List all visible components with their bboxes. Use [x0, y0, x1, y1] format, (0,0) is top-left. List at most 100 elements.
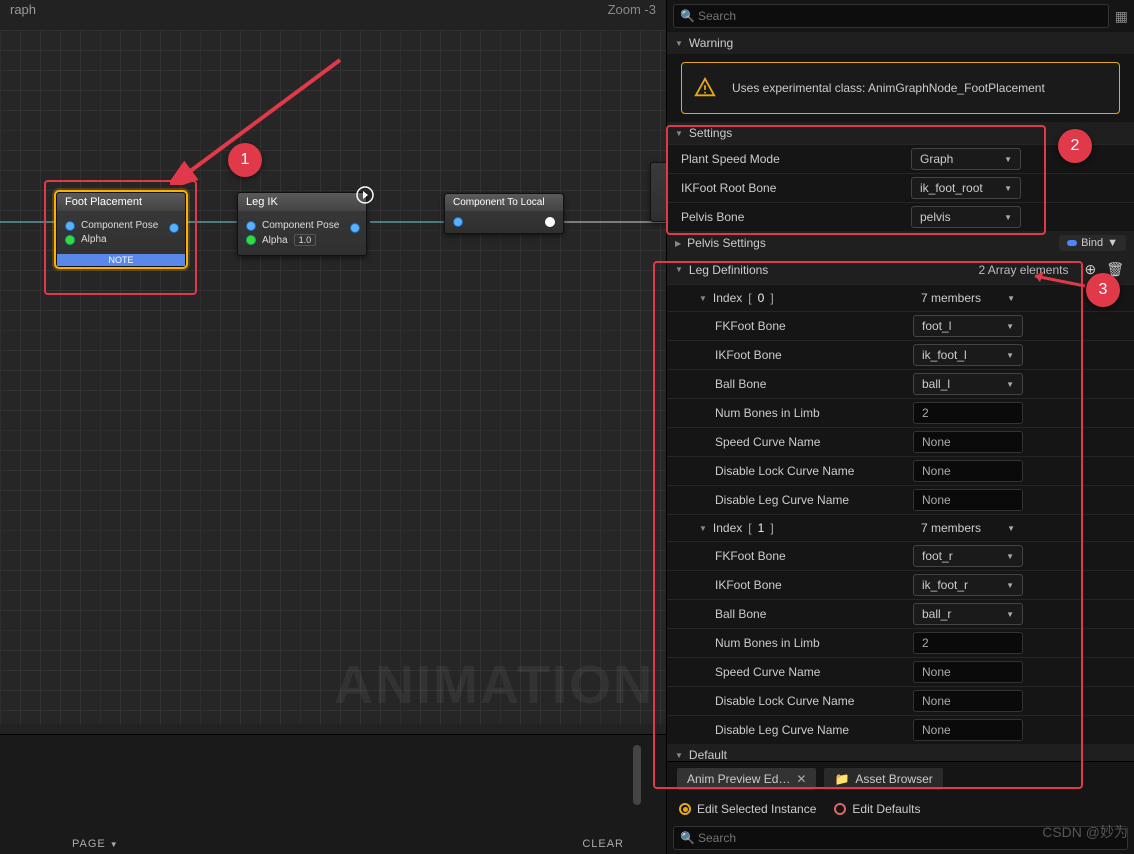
- graph-watermark: ANIMATION: [334, 654, 654, 716]
- chevron-down-icon: ▼: [1006, 380, 1014, 389]
- fast-path-icon: [356, 186, 374, 204]
- scrollbar-vertical[interactable]: [633, 745, 641, 805]
- triangle-down-icon: ▼: [675, 265, 683, 274]
- chevron-down-icon: ▼: [1107, 237, 1118, 249]
- node-foot-placement[interactable]: Foot Placement Component Pose Alpha NOTE: [56, 192, 186, 267]
- prop-num-bones: Num Bones in Limb2: [667, 398, 1134, 427]
- prop-fkfoot-bone: FKFoot Bonefoot_r▼: [667, 541, 1134, 570]
- speed-input[interactable]: None: [913, 431, 1023, 453]
- chevron-down-icon: ▼: [1004, 213, 1012, 222]
- ikfoot-dropdown[interactable]: ik_foot_l▼: [913, 344, 1023, 366]
- alpha-value-input[interactable]: 1.0: [294, 234, 317, 246]
- zoom-indicator: Zoom -3: [608, 2, 656, 17]
- details-panel: 🔍 ▦ ▼Warning Uses experimental class: An…: [666, 0, 1134, 854]
- pin-alpha[interactable]: Alpha1.0: [246, 234, 358, 246]
- numbones-input[interactable]: 2: [913, 632, 1023, 654]
- prop-ikfoot-root-bone: IKFoot Root Bone ik_foot_root▼: [667, 173, 1134, 202]
- speed-input[interactable]: None: [913, 661, 1023, 683]
- pin-in[interactable]: [453, 217, 463, 227]
- prop-num-bones: Num Bones in Limb2: [667, 628, 1134, 657]
- radio-edit-defaults[interactable]: Edit Defaults: [834, 802, 920, 816]
- prop-speed-curve: Speed Curve NameNone: [667, 427, 1134, 456]
- pin-component-pose[interactable]: Component Pose: [65, 220, 177, 231]
- triangle-down-icon: ▼: [675, 129, 683, 138]
- annotation-3: 3: [1086, 273, 1120, 307]
- prop-disable-leg-curve: Disable Leg Curve NameNone: [667, 715, 1134, 744]
- chevron-down-icon: ▼: [1007, 294, 1015, 303]
- section-default[interactable]: ▼Default: [667, 744, 1134, 761]
- prop-ikfoot-bone: IKFoot Boneik_foot_l▼: [667, 340, 1134, 369]
- search-icon: 🔍: [680, 831, 695, 845]
- prop-pelvis-bone: Pelvis Bone pelvis▼: [667, 202, 1134, 231]
- pelvis-dropdown[interactable]: pelvis▼: [911, 206, 1021, 228]
- prop-speed-curve: Speed Curve NameNone: [667, 657, 1134, 686]
- triangle-right-icon: ▶: [675, 239, 681, 248]
- folder-icon: 📁: [834, 772, 849, 786]
- search-box[interactable]: 🔍: [673, 4, 1109, 28]
- csdn-watermark: CSDN @妙为: [1042, 822, 1128, 842]
- prop-ball-bone: Ball Boneball_r▼: [667, 599, 1134, 628]
- node-title: Component To Local: [445, 194, 563, 211]
- chevron-down-icon: ▼: [1004, 155, 1012, 164]
- warning-icon: [694, 77, 716, 99]
- dlock-input[interactable]: None: [913, 460, 1023, 482]
- members-dropdown[interactable]: 7 members▼: [913, 518, 1023, 538]
- pin-alpha[interactable]: Alpha: [65, 234, 177, 245]
- node-title: Leg IK: [238, 193, 366, 211]
- ball-dropdown[interactable]: ball_l▼: [913, 373, 1023, 395]
- chevron-down-icon: ▼: [1006, 322, 1014, 331]
- dlock-input[interactable]: None: [913, 690, 1023, 712]
- chevron-down-icon: ▼: [110, 840, 119, 849]
- dleg-input[interactable]: None: [913, 719, 1023, 741]
- node-component-to-local[interactable]: Component To Local: [444, 193, 564, 234]
- node-note: NOTE: [57, 254, 185, 266]
- chevron-down-icon: ▼: [1007, 524, 1015, 533]
- node-partial[interactable]: [650, 162, 666, 222]
- tab-asset-browser[interactable]: 📁Asset Browser: [824, 768, 942, 790]
- triangle-down-icon: ▼: [699, 294, 707, 303]
- annotation-2: 2: [1058, 129, 1092, 163]
- numbones-input[interactable]: 2: [913, 402, 1023, 424]
- node-leg-ik[interactable]: Leg IK Component Pose Alpha1.0: [237, 192, 367, 256]
- prop-disable-leg-curve: Disable Leg Curve NameNone: [667, 485, 1134, 514]
- chevron-down-icon: ▼: [1004, 184, 1012, 193]
- section-warning[interactable]: ▼Warning: [667, 32, 1134, 54]
- radio-edit-selected[interactable]: Edit Selected Instance: [679, 802, 816, 816]
- leg-index-row[interactable]: ▼Index [ 1 ] 7 members▼: [667, 514, 1134, 541]
- bind-button[interactable]: Bind▼: [1059, 235, 1126, 251]
- prop-ikfoot-bone: IKFoot Boneik_foot_r▼: [667, 570, 1134, 599]
- section-pelvis-settings[interactable]: ▶Pelvis Settings Bind▼: [667, 231, 1134, 255]
- grid-view-icon[interactable]: ▦: [1115, 8, 1128, 25]
- chevron-down-icon: ▼: [1006, 581, 1014, 590]
- page-button[interactable]: PAGE▼: [60, 834, 131, 854]
- search-input[interactable]: [698, 9, 1100, 23]
- dleg-input[interactable]: None: [913, 489, 1023, 511]
- node-title: Foot Placement: [57, 193, 185, 211]
- triangle-down-icon: ▼: [699, 524, 707, 533]
- ik-root-dropdown[interactable]: ik_foot_root▼: [911, 177, 1021, 199]
- chevron-down-icon: ▼: [1006, 351, 1014, 360]
- warning-text: Uses experimental class: AnimGraphNode_F…: [732, 81, 1045, 95]
- ball-dropdown[interactable]: ball_r▼: [913, 603, 1023, 625]
- close-icon[interactable]: ✕: [796, 772, 806, 786]
- triangle-down-icon: ▼: [675, 39, 683, 48]
- clear-button[interactable]: CLEAR: [570, 834, 636, 854]
- pin-component-pose[interactable]: Component Pose: [246, 220, 358, 231]
- graph-panel[interactable]: raph Zoom -3 ANIMATION Foot Placement Co…: [0, 0, 666, 854]
- graph-title: raph: [10, 2, 36, 17]
- tab-anim-preview[interactable]: Anim Preview Ed…✕: [677, 768, 816, 790]
- pin-out[interactable]: [545, 217, 555, 227]
- fkfoot-dropdown[interactable]: foot_r▼: [913, 545, 1023, 567]
- chevron-down-icon: ▼: [1006, 552, 1014, 561]
- prop-ball-bone: Ball Boneball_l▼: [667, 369, 1134, 398]
- prop-fkfoot-bone: FKFoot Bonefoot_l▼: [667, 311, 1134, 340]
- triangle-down-icon: ▼: [675, 751, 683, 760]
- chevron-down-icon: ▼: [1006, 610, 1014, 619]
- ikfoot-dropdown[interactable]: ik_foot_r▼: [913, 574, 1023, 596]
- prop-disable-lock-curve: Disable Lock Curve NameNone: [667, 456, 1134, 485]
- annotation-1: 1: [228, 143, 262, 177]
- search-icon: 🔍: [680, 9, 695, 23]
- warning-box: Uses experimental class: AnimGraphNode_F…: [681, 62, 1120, 114]
- plant-speed-dropdown[interactable]: Graph▼: [911, 148, 1021, 170]
- fkfoot-dropdown[interactable]: foot_l▼: [913, 315, 1023, 337]
